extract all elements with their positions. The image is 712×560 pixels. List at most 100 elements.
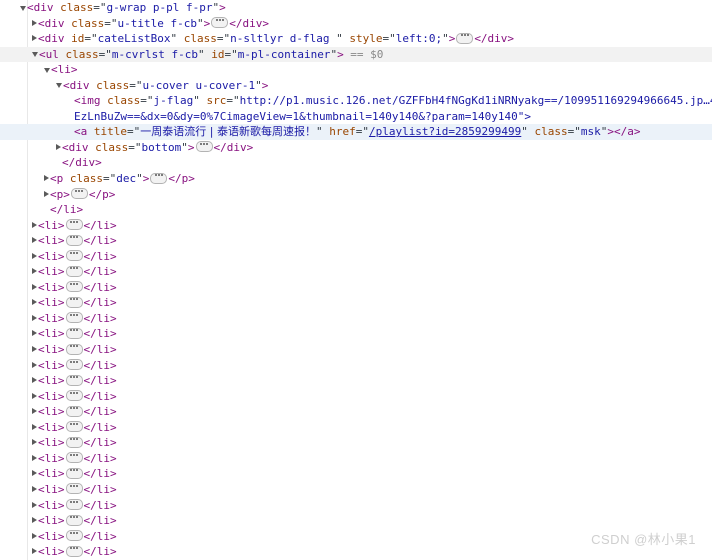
collapsed-content-ellipsis[interactable] (65, 499, 83, 510)
dom-tree-row[interactable]: <p class="dec"> </p> (0, 171, 712, 187)
collapsed-content-ellipsis[interactable] (65, 312, 83, 324)
collapsed-content-ellipsis[interactable] (65, 265, 83, 277)
dom-tree-row[interactable]: <li> </li> (0, 451, 712, 467)
collapsed-content-ellipsis[interactable] (65, 405, 83, 417)
tag-name[interactable]: li (45, 265, 58, 278)
expand-triangle-open[interactable] (32, 52, 38, 58)
collapsed-content-ellipsis[interactable] (65, 483, 83, 495)
attribute-value[interactable]: u-title f-cb (118, 17, 197, 30)
expand-triangle-open[interactable] (20, 5, 26, 11)
tag-name[interactable]: div (70, 79, 90, 92)
tag-name[interactable]: li (45, 327, 58, 340)
dom-tree-row[interactable]: <li> </li> (0, 249, 712, 265)
expand-triangle-open[interactable] (56, 83, 62, 89)
expand-triangle-closed[interactable] (32, 532, 37, 539)
collapsed-content-ellipsis[interactable] (65, 530, 83, 542)
tag-name[interactable]: li (45, 312, 58, 325)
tag-name[interactable]: li (45, 250, 58, 263)
collapsed-content-ellipsis[interactable] (65, 281, 83, 293)
expand-triangle-closed[interactable] (32, 252, 37, 259)
collapsed-content-ellipsis[interactable] (65, 467, 83, 479)
tag-name[interactable]: li (45, 545, 58, 558)
collapsed-content-ellipsis[interactable] (65, 390, 83, 402)
dom-tree-row[interactable]: <li> </li> (0, 482, 712, 498)
dom-tree-row[interactable]: <li> </li> (0, 358, 712, 374)
collapsed-content-ellipsis[interactable] (195, 141, 213, 153)
attribute-name[interactable]: href (329, 125, 356, 138)
tag-name[interactable]: div (45, 32, 65, 45)
tag-name[interactable]: li (45, 281, 58, 294)
tag-name[interactable]: li (45, 405, 58, 418)
dom-tree-row[interactable]: </li> (0, 202, 712, 218)
dom-tree-row[interactable]: <p> </p> (0, 187, 712, 203)
tag-name[interactable]: div (69, 141, 89, 154)
dom-tree-row[interactable]: <li> (0, 62, 712, 78)
expand-triangle-closed[interactable] (32, 314, 37, 321)
tag-name[interactable]: div (45, 17, 65, 30)
collapsed-content-ellipsis[interactable] (456, 32, 474, 44)
expand-triangle-closed[interactable] (32, 237, 37, 244)
dom-tree-row[interactable]: <div class="bottom"> </div> (0, 140, 712, 156)
tag-name[interactable]: li (45, 296, 58, 309)
expand-triangle-closed[interactable] (32, 346, 37, 353)
collapsed-content-ellipsis[interactable] (65, 436, 83, 448)
expand-triangle-closed[interactable] (32, 485, 37, 492)
tag-name[interactable]: img (81, 94, 101, 107)
tag-name[interactable]: li (45, 374, 58, 387)
attribute-value[interactable]: bottom (142, 141, 182, 154)
expand-triangle-closed[interactable] (32, 470, 37, 477)
expand-triangle-closed[interactable] (32, 377, 37, 384)
expand-triangle-closed[interactable] (32, 517, 37, 524)
attribute-name[interactable]: class (95, 141, 128, 154)
attribute-value[interactable]: j-flag (154, 94, 194, 107)
attribute-value[interactable]: g-wrap p-pl f-pr (107, 1, 213, 14)
attribute-name[interactable]: class (184, 32, 217, 45)
collapsed-content-ellipsis[interactable] (150, 172, 168, 184)
attribute-value[interactable]: cateListBox (98, 32, 171, 45)
expand-triangle-open[interactable] (44, 67, 50, 73)
dom-tree-row[interactable]: <li> </li> (0, 342, 712, 358)
tag-name[interactable]: li (45, 530, 58, 543)
attribute-name[interactable]: class (107, 94, 140, 107)
dom-tree-row[interactable]: </div> (0, 155, 712, 171)
expand-triangle-closed[interactable] (32, 35, 37, 42)
expand-triangle-closed[interactable] (32, 268, 37, 275)
tag-name[interactable]: li (45, 234, 58, 247)
expand-triangle-closed[interactable] (32, 454, 37, 461)
dom-tree-row[interactable]: <div class="u-cover u-cover-1"> (0, 78, 712, 94)
expand-triangle-closed[interactable] (32, 548, 37, 555)
dom-tree-row[interactable]: <div class="u-title f-cb"> </div> (0, 16, 712, 32)
attribute-value[interactable]: n-sltlyr d-flag (230, 32, 336, 45)
attribute-value[interactable]: u-cover u-cover-1 (143, 79, 256, 92)
tag-name[interactable]: li (45, 467, 58, 480)
dom-tree-row[interactable]: <li> </li> (0, 420, 712, 436)
expand-triangle-closed[interactable] (32, 439, 37, 446)
tag-name[interactable]: li (45, 436, 58, 449)
dom-tree-row[interactable]: <li> </li> (0, 513, 712, 529)
expand-triangle-closed[interactable] (32, 330, 37, 337)
tag-name[interactable]: li (45, 219, 58, 232)
tag-name[interactable]: li (45, 514, 58, 527)
collapsed-content-ellipsis[interactable] (65, 359, 83, 371)
dom-tree-row[interactable]: <div id="cateListBox" class="n-sltlyr d-… (0, 31, 712, 47)
dom-tree-row[interactable]: <li> </li> (0, 233, 712, 249)
dom-tree[interactable]: <div class="g-wrap p-pl f-pr"> <div class… (0, 0, 712, 560)
collapsed-content-ellipsis[interactable] (211, 17, 229, 29)
attribute-value-link[interactable]: /playlist?id=2859299499 (369, 125, 521, 138)
tag-name[interactable]: li (45, 483, 58, 496)
dom-tree-row[interactable]: <li> </li> (0, 498, 712, 514)
attribute-value[interactable]: m-cvrlst f-cb (112, 48, 198, 61)
dom-tree-row[interactable]: <li> </li> (0, 373, 712, 389)
collapsed-content-ellipsis[interactable] (70, 188, 88, 200)
dom-tree-row[interactable]: <a title="一周泰语流行 | 泰语新歌每周速报！" href="/pla… (0, 124, 712, 140)
tag-name[interactable]: li (45, 452, 58, 465)
expand-triangle-closed[interactable] (32, 408, 37, 415)
dom-tree-row[interactable]: <ul class="m-cvrlst f-cb" id="m-pl-conta… (0, 46, 712, 63)
collapsed-content-ellipsis[interactable] (65, 421, 83, 433)
devtools-elements-panel[interactable]: <div class="g-wrap p-pl f-pr"> <div class… (0, 0, 712, 560)
attribute-name[interactable]: src (207, 94, 227, 107)
dom-tree-row[interactable]: <li> </li> (0, 389, 712, 405)
attribute-value[interactable]: 一周泰语流行 | 泰语新歌每周速报！ (140, 125, 316, 138)
expand-triangle-closed[interactable] (44, 190, 49, 197)
tag-name[interactable]: ul (46, 48, 59, 61)
